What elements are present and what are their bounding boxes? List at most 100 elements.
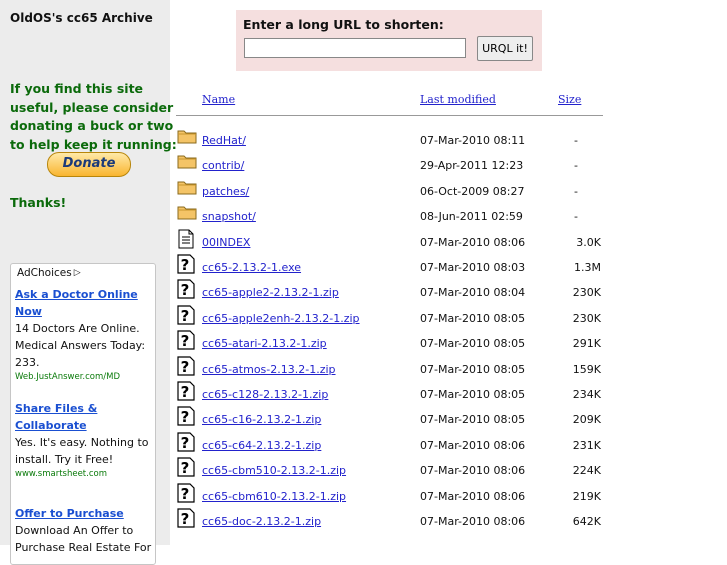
folder-icon xyxy=(177,152,197,170)
url-shortener-form: Enter a long URL to shorten: URQL it! xyxy=(236,10,542,71)
column-header-name[interactable]: Name xyxy=(202,93,235,106)
file-modified: 07-Mar-2010 08:05 xyxy=(420,311,526,325)
file-modified: 07-Mar-2010 08:05 xyxy=(420,337,526,351)
file-row: ? cc65-c16-2.13.2-1.zip 07-Mar-2010 08:05 2… xyxy=(175,406,727,438)
file-row: ? cc65-doc-2.13.2-1.zip 07-Mar-2010 08:06 6… xyxy=(175,508,727,540)
file-modified: 07-Mar-2010 08:05 xyxy=(420,413,526,427)
ad-item: Share Files & Collaborate Yes. It's easy.… xyxy=(15,400,153,480)
file-row: patches/06-Oct-2009 08:27 - xyxy=(175,181,727,210)
file-link[interactable]: contrib/ xyxy=(202,159,244,172)
folder-icon xyxy=(177,178,197,196)
file-modified: 08-Jun-2011 02:59 xyxy=(420,210,523,224)
ad-url[interactable]: www.smartsheet.com xyxy=(15,468,153,480)
unknown-file-icon: ? xyxy=(177,254,195,274)
svg-text:?: ? xyxy=(181,434,190,452)
file-row: ? cc65-apple2enh-2.13.2-1.zip 07-Mar-2010 … xyxy=(175,305,727,337)
file-modified: 07-Mar-2010 08:03 xyxy=(420,261,526,274)
column-header-size[interactable]: Size xyxy=(558,93,581,106)
svg-text:?: ? xyxy=(181,459,190,477)
file-row: contrib/29-Apr-2011 12:23 - xyxy=(175,155,727,184)
file-modified: 07-Mar-2010 08:05 xyxy=(420,388,526,401)
svg-text:?: ? xyxy=(181,281,190,299)
file-modified: 29-Apr-2011 12:23 xyxy=(420,159,524,173)
file-link[interactable]: cc65-apple2enh-2.13.2-1.zip xyxy=(202,312,360,325)
file-size: 230K xyxy=(572,311,601,325)
unknown-file-icon: ? xyxy=(177,432,195,452)
file-size: 209K xyxy=(572,413,601,427)
ad-title-line: Now xyxy=(15,305,42,318)
unknown-file-icon: ? xyxy=(177,508,195,528)
ad-url[interactable]: Web.JustAnswer.com/MD xyxy=(15,371,153,383)
file-link[interactable]: cc65-c64-2.13.2-1.zip xyxy=(202,439,321,452)
sidebar: OldOS's cc65 Archive If you find this si… xyxy=(0,0,177,565)
file-size: 159K xyxy=(572,362,601,376)
file-link[interactable]: cc65-apple2-2.13.2-1.zip xyxy=(202,286,339,299)
file-row: ? cc65-apple2-2.13.2-1.zip 07-Mar-2010 08:… xyxy=(175,279,727,311)
svg-text:?: ? xyxy=(181,358,190,376)
file-size: 234K xyxy=(572,388,601,401)
file-row: ? cc65-cbm510-2.13.2-1.zip 07-Mar-2010 08:… xyxy=(175,457,727,489)
ad-title-link[interactable]: Offer to Purchase xyxy=(15,505,153,522)
file-row: ? cc65-c64-2.13.2-1.zip 07-Mar-2010 08:06 2… xyxy=(175,432,727,464)
file-link[interactable]: snapshot/ xyxy=(202,210,256,223)
svg-text:?: ? xyxy=(181,256,190,274)
file-link[interactable]: patches/ xyxy=(202,185,249,198)
ad-title-link[interactable]: Ask a Doctor Online Now xyxy=(15,286,153,320)
thanks-text: Thanks! xyxy=(10,195,67,210)
file-link[interactable]: cc65-cbm510-2.13.2-1.zip xyxy=(202,464,346,477)
folder-icon xyxy=(177,127,197,145)
shortener-label: Enter a long URL to shorten: xyxy=(243,17,444,32)
folder-icon xyxy=(177,203,197,221)
ad-title-link[interactable]: Share Files & Collaborate xyxy=(15,400,153,434)
url-input[interactable] xyxy=(244,38,466,58)
ad-body: Download An Offer to Purchase Real Estat… xyxy=(15,524,152,554)
svg-text:?: ? xyxy=(181,383,190,401)
file-size: 3.0K xyxy=(576,235,601,249)
file-row: RedHat/07-Mar-2010 08:11 - xyxy=(175,130,727,159)
file-size: 291K xyxy=(572,337,601,351)
adchoices-label: AdChoices xyxy=(17,267,72,279)
ad-body: 14 Doctors Are Online. Medical Answers T… xyxy=(15,322,146,369)
unknown-file-icon: ? xyxy=(177,457,195,477)
donate-button[interactable]: Donate xyxy=(47,152,131,177)
file-link[interactable]: 00INDEX xyxy=(202,236,250,249)
file-row: snapshot/08-Jun-2011 02:59 - xyxy=(175,206,727,235)
svg-text:?: ? xyxy=(181,485,190,503)
file-size: 224K xyxy=(572,464,601,478)
file-link[interactable]: RedHat/ xyxy=(202,134,246,147)
ad-title-line: Share Files & xyxy=(15,402,98,415)
column-header-last-modified[interactable]: Last modified xyxy=(420,93,496,106)
ad-title-line: Offer to Purchase xyxy=(15,507,124,520)
file-size: - xyxy=(574,134,578,147)
svg-text:?: ? xyxy=(181,510,190,528)
unknown-file-icon: ? xyxy=(177,406,195,426)
ad-title-line: Ask a Doctor Online xyxy=(15,288,138,301)
file-link[interactable]: cc65-cbm610-2.13.2-1.zip xyxy=(202,490,346,503)
svg-text:?: ? xyxy=(181,408,190,426)
file-size: 1.3M xyxy=(574,261,601,274)
file-link[interactable]: cc65-c16-2.13.2-1.zip xyxy=(202,413,321,426)
site-title: OldOS's cc65 Archive xyxy=(10,11,153,25)
ad-item: Ask a Doctor Online Now 14 Doctors Are On… xyxy=(15,286,153,383)
file-link[interactable]: cc65-2.13.2-1.exe xyxy=(202,261,301,274)
ad-item: Offer to Purchase Download An Offer to P… xyxy=(15,505,153,556)
unknown-file-icon: ? xyxy=(177,305,195,325)
file-link[interactable]: cc65-c128-2.13.2-1.zip xyxy=(202,388,328,401)
file-modified: 07-Mar-2010 08:06 xyxy=(420,489,526,503)
file-modified: 06-Oct-2009 08:27 xyxy=(420,184,525,198)
file-modified: 07-Mar-2010 08:06 xyxy=(420,235,526,249)
file-row: ? cc65-c128-2.13.2-1.zip 07-Mar-2010 08:05… xyxy=(175,381,727,413)
file-link[interactable]: cc65-atari-2.13.2-1.zip xyxy=(202,337,327,350)
urql-it-button[interactable]: URQL it! xyxy=(477,36,533,61)
unknown-file-icon: ? xyxy=(177,381,195,401)
file-link[interactable]: cc65-atmos-2.13.2-1.zip xyxy=(202,363,336,376)
unknown-file-icon: ? xyxy=(177,279,195,299)
file-size: - xyxy=(574,184,578,198)
file-modified: 07-Mar-2010 08:05 xyxy=(420,362,526,376)
file-size: 230K xyxy=(572,286,601,300)
file-link[interactable]: cc65-doc-2.13.2-1.zip xyxy=(202,515,321,528)
file-size: 642K xyxy=(572,515,601,528)
adchoices-link[interactable]: AdChoices ▷ xyxy=(17,267,81,279)
unknown-file-icon: ? xyxy=(177,355,195,376)
file-modified: 07-Mar-2010 08:06 xyxy=(420,515,526,528)
